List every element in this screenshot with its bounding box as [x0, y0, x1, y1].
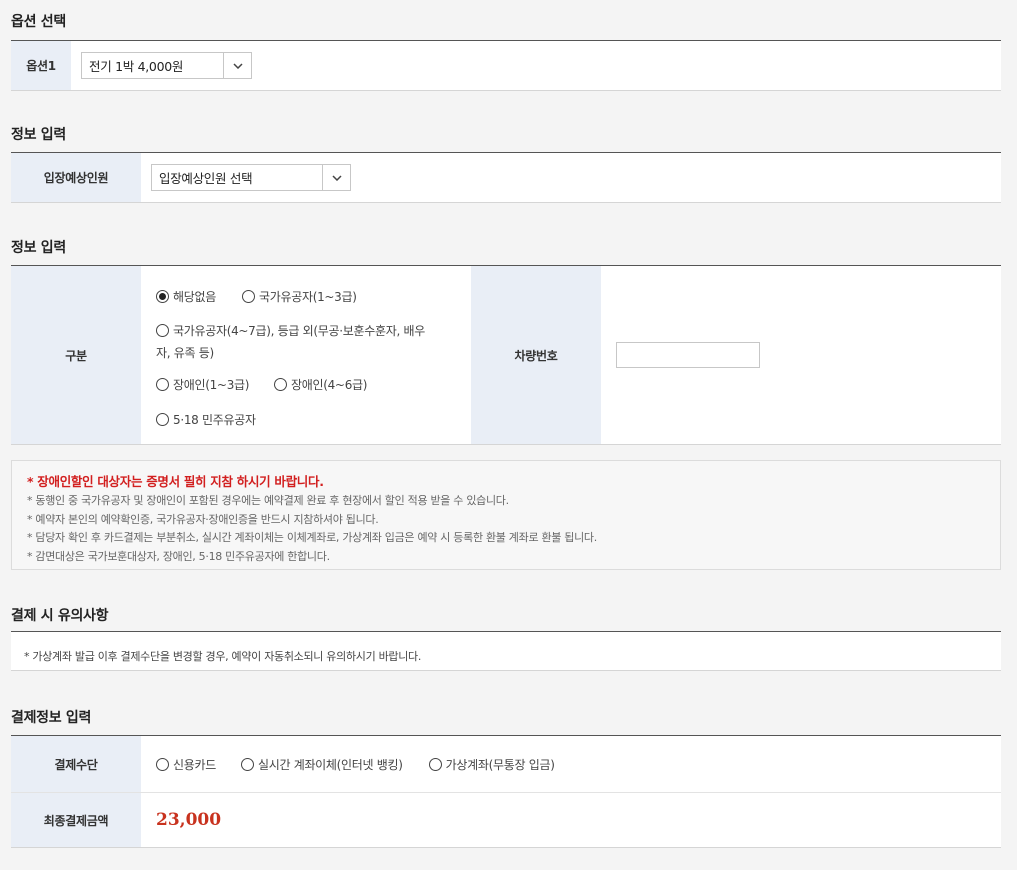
payment-notice-box: * 가상계좌 발급 이후 결제수단을 변경할 경우, 예약이 자동취소되니 유의… — [11, 631, 1001, 671]
radio-merit-4-7[interactable]: 국가유공자(4~7급), 등급 외(무공·보훈수훈자, 배우 자, 유족 등) — [156, 322, 466, 361]
radio-unchecked-icon — [242, 290, 255, 303]
section-title-payment: 결제정보 입력 — [11, 710, 92, 726]
radio-unchecked-icon — [156, 757, 169, 771]
radio-virtual-account[interactable]: 가상계좌(무통장 입금) — [428, 756, 555, 773]
radio-merit-1-3[interactable]: 국가유공자(1~3급) — [242, 288, 357, 305]
radio-credit-card[interactable]: 신용카드 — [156, 756, 216, 773]
radio-bank-transfer[interactable]: 실시간 계좌이체(인터넷 뱅킹) — [240, 756, 403, 773]
notice-line: * 담당자 확인 후 카드결제는 부분취소, 실시간 계좌이체는 이체계좌로, … — [27, 531, 597, 544]
notice-line: * 감면대상은 국가보훈대상자, 장애인, 5·18 민주유공자에 한합니다. — [27, 549, 330, 563]
radio-unchecked-icon — [240, 757, 254, 771]
section-title-people: 정보 입력 — [11, 127, 66, 143]
payment-table: 결제수단 신용카드 실시간 계좌이체(인터넷 뱅킹) 가상계좌(무통장 입금) … — [11, 735, 1001, 848]
radio-none[interactable]: 해당없음 — [156, 288, 216, 305]
section-title-option: 옵션 선택 — [11, 14, 66, 30]
option1-label: 옵션1 — [11, 41, 71, 90]
notice-line: * 예약자 본인의 예약확인증, 국가유공자·장애인증을 반드시 지참하셔야 됩… — [27, 512, 379, 526]
option1-select[interactable]: 전기 1박 4,000원 — [81, 52, 252, 79]
radio-unchecked-icon — [156, 413, 169, 426]
payment-notice-text: * 가상계좌 발급 이후 결제수단을 변경할 경우, 예약이 자동취소되니 유의… — [24, 650, 422, 663]
payment-method-group: 신용카드 실시간 계좌이체(인터넷 뱅킹) 가상계좌(무통장 입금) — [141, 736, 555, 792]
chevron-down-icon — [322, 165, 350, 190]
payment-method-label: 결제수단 — [11, 736, 141, 792]
radio-unchecked-icon — [274, 378, 287, 391]
radio-518[interactable]: 5·18 민주유공자 — [156, 411, 256, 428]
radio-disabled-1-3[interactable]: 장애인(1~3급) — [156, 376, 249, 393]
final-amount-label: 최종결제금액 — [11, 793, 141, 847]
discount-notice: * 장애인할인 대상자는 증명서 필히 지참 하시기 바랍니다. * 동행인 중… — [11, 460, 1001, 570]
people-selected-value: 입장예상인원 선택 — [159, 171, 253, 186]
radio-checked-icon — [156, 290, 169, 303]
chevron-down-icon — [223, 53, 251, 78]
car-number-label: 차량번호 — [471, 266, 601, 444]
option1-selected-value: 전기 1박 4,000원 — [89, 59, 184, 74]
radio-unchecked-icon — [156, 324, 169, 337]
car-number-input[interactable] — [616, 342, 760, 368]
option-table: 옵션1 전기 1박 4,000원 — [11, 40, 1001, 91]
people-table: 입장예상인원 입장예상인원 선택 — [11, 152, 1001, 203]
section-title-info: 정보 입력 — [11, 240, 66, 256]
section-title-payment-notice: 결제 시 유의사항 — [11, 608, 109, 624]
info-table: 구분 해당없음 국가유공자(1~3급) 국가유공자(4~7급), 등급 외(무공… — [11, 265, 1001, 445]
radio-unchecked-icon — [156, 378, 169, 391]
category-label: 구분 — [11, 266, 141, 444]
radio-unchecked-icon — [428, 757, 442, 771]
notice-warning: * 장애인할인 대상자는 증명서 필히 지참 하시기 바랍니다. — [27, 474, 324, 489]
category-radio-group: 해당없음 국가유공자(1~3급) 국가유공자(4~7급), 등급 외(무공·보훈… — [141, 266, 471, 444]
radio-disabled-4-6[interactable]: 장애인(4~6급) — [274, 376, 367, 393]
people-label: 입장예상인원 — [11, 153, 141, 202]
notice-line: * 동행인 중 국가유공자 및 장애인이 포함된 경우에는 예약결제 완료 후 … — [27, 494, 509, 507]
people-select[interactable]: 입장예상인원 선택 — [151, 164, 351, 191]
final-amount-value: 23,000 — [156, 810, 222, 830]
